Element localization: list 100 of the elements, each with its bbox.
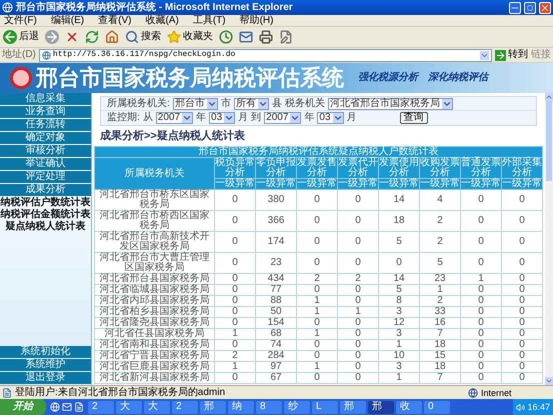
toolbar-button[interactable]: 收藏夹 [167,28,213,46]
select-field[interactable]: 所有 [234,98,269,110]
table-cell: 0 [214,340,256,350]
taskbar-button[interactable]: 2 [172,400,198,414]
minimize-icon[interactable] [509,2,521,14]
taskbar-button[interactable]: L [312,400,338,414]
column-subheader: 一级异常 [420,178,460,190]
table-cell: 河北省邢台市大曹庄管理区国家税务局 [94,252,214,274]
taskbar-button[interactable]: 邢 [200,400,226,414]
table-cell: 0 [460,210,502,232]
select-field[interactable]: 2007 [156,112,194,124]
sidebar-item[interactable]: 退出登录 [0,372,91,384]
scroll-down-icon[interactable] [545,377,553,385]
taskbar-button[interactable]: 大 [144,400,170,414]
table-cell: 0 [460,284,502,296]
toolbar-button[interactable]: 后退 [3,28,39,46]
mail-icon[interactable] [62,402,72,412]
select-field[interactable]: 03 [209,112,236,124]
table-cell: 0 [502,284,543,296]
toolbar-button[interactable] [219,28,233,46]
toolbar-button[interactable] [279,28,293,46]
table-cell: 0 [214,190,256,210]
taskbar-button[interactable]: 纳 [228,400,254,414]
toolbar-button[interactable] [105,28,119,46]
printer-icon [259,30,273,44]
taskbar-button[interactable]: 0 [424,400,450,414]
taskbar-button[interactable]: 大 [116,400,142,414]
table-cell: 河北省邢台市高新技术开发区国家税务局 [94,232,214,252]
scroll-up-icon[interactable] [545,93,553,101]
table-cell: 3 [378,328,420,340]
maximize-icon[interactable] [524,2,536,14]
zone-text: Internet [481,388,513,398]
table-cell: 434 [256,274,296,284]
taskbar-button[interactable]: 2 [88,400,114,414]
sidebar-item[interactable]: 评定处理 [0,171,91,183]
sidebar-item[interactable]: 成果分析 [0,184,91,196]
sidebar-link[interactable]: 纳税评估户数统计表 [0,197,91,209]
select-field[interactable]: 03 [317,112,344,124]
table-cell: 5 [378,284,420,296]
select-field[interactable]: 2007 [264,112,302,124]
table-cell: 0 [296,232,338,252]
toolbar-button[interactable] [259,28,273,46]
taskbar-button[interactable]: 纱 [284,400,310,414]
menu-item[interactable]: 查看(V) [98,16,132,26]
sidebar-item[interactable]: 审核分析 [0,145,91,157]
table-cell: 河北省邢台市桥东区国家税务局 [94,190,214,210]
document-icon[interactable] [74,402,84,412]
table-cell: 12 [378,318,420,328]
column-header: 税负异常分析 [214,158,256,178]
table-cell: 18 [378,210,420,232]
sidebar-item[interactable]: 系统维护 [0,359,91,371]
toolbar-button[interactable] [85,28,99,46]
table-cell: 0 [338,296,378,306]
table-cell: 0 [296,252,338,274]
go-button[interactable]: 转到 [495,50,528,60]
sidebar-link[interactable]: 疑点纳税人统计表 [0,221,91,233]
address-field[interactable]: http://75.36.16.117/nspg/checkLogin.do [38,48,492,62]
toolbar-button[interactable]: 搜索 [125,28,161,46]
table-cell: 88 [256,296,296,306]
taskbar-button[interactable]: 收 [396,400,422,414]
sidebar-link[interactable]: 纳税评估金额统计表 [0,209,91,221]
table-cell: 河北省南和县国家税务局 [94,340,214,350]
column-header: 外部采集分析 [502,158,543,178]
menu-item[interactable]: 编辑(E) [50,16,84,26]
menu-item[interactable]: 工具(T) [192,16,226,26]
menu-item[interactable]: 收藏(A) [145,16,179,26]
table-cell: 河北省新河县国家税务局 [94,372,214,384]
browser-icon[interactable] [50,402,60,412]
back-icon [3,30,17,44]
table-cell: 5 [420,252,460,274]
table-cell: 河北省邢台县国家税务局 [94,274,214,284]
toolbar-button[interactable] [45,28,59,46]
vertical-scrollbar[interactable] [545,93,553,385]
select-field[interactable]: 邢台市 [172,98,218,110]
table-cell: 0 [296,372,338,384]
home-icon [105,30,119,44]
menu-item[interactable]: 文件(F) [4,16,37,26]
table-cell: 河北省隆尧县国家税务局 [94,318,214,328]
table-cell: 0 [502,190,543,210]
taskbar-button[interactable]: 邢 [340,400,366,414]
taskbar-button[interactable]: 8 [256,400,282,414]
table-cell: 0 [214,296,256,306]
links-label[interactable]: 链接 [531,50,551,60]
taskbar-button[interactable]: 邢 [368,400,394,414]
filter-label: 市 [220,98,231,108]
sidebar-item[interactable]: 业务查询 [0,106,91,118]
start-button[interactable]: 开始 [0,399,46,415]
sidebar-item[interactable]: 系统初始化 [0,346,91,358]
table-cell: 23 [420,274,460,284]
query-button[interactable]: 查询 [400,112,428,124]
sidebar-item[interactable]: 任务流转 [0,119,91,131]
close-icon[interactable] [539,2,551,14]
address-label: 地址(D) [2,50,36,60]
table-cell: 0 [338,210,378,232]
table-cell: 0 [460,252,502,274]
sidebar-item[interactable]: 确定对象 [0,132,91,144]
sidebar-item[interactable]: 信息采集 [0,93,91,105]
menu-item[interactable]: 帮助(H) [240,16,274,26]
sidebar-item[interactable]: 举证确认 [0,158,91,170]
select-field[interactable]: 河北省邢台市国家税务局 [328,98,453,110]
